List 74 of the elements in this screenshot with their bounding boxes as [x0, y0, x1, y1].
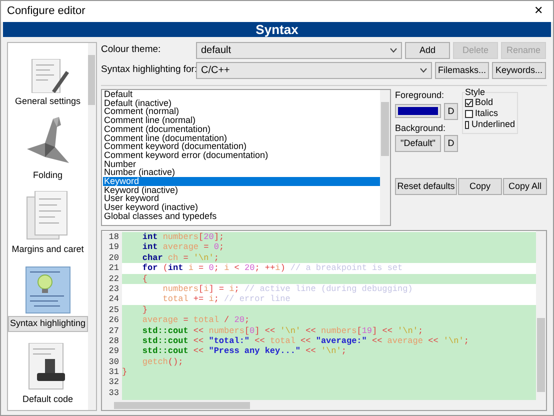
- line-number: 30: [102, 356, 122, 368]
- button[interactable]: "Default": [395, 135, 441, 152]
- line-number: 21: [102, 263, 122, 274]
- section-header: Syntax: [3, 22, 551, 37]
- line-number: 19: [102, 242, 122, 253]
- category-item[interactable]: General settings: [14, 45, 82, 108]
- checkbox-label: Italics: [475, 106, 498, 120]
- line-number: 18: [102, 232, 122, 242]
- line-number: 25: [102, 304, 122, 316]
- style-item[interactable]: Number: [103, 160, 380, 168]
- dropdown[interactable]: C/C++: [196, 62, 432, 79]
- button[interactable]: D: [444, 135, 458, 152]
- button[interactable]: Copy: [458, 178, 502, 195]
- category-label: General settings: [14, 94, 82, 108]
- button[interactable]: Reset defaults: [395, 178, 457, 195]
- theme-label: Colour theme:: [101, 43, 162, 58]
- foreground-label: Foreground:: [395, 89, 446, 102]
- style-item[interactable]: Keyword (inactive): [103, 186, 380, 194]
- category-label: Margins and caret: [10, 242, 85, 256]
- foreground-color-swatch[interactable]: [395, 104, 441, 118]
- category-label: Folding: [32, 169, 64, 182]
- chevron-down-icon: [420, 68, 427, 73]
- line-number: 26: [102, 315, 122, 326]
- scrollbar[interactable]: [88, 43, 96, 410]
- line-number: 33: [102, 388, 122, 398]
- line-number: 20: [102, 252, 122, 264]
- checkmark-icon: [466, 100, 472, 106]
- button[interactable]: Keywords...: [492, 62, 546, 79]
- button[interactable]: Filemasks...: [435, 62, 489, 79]
- style-item[interactable]: Comment keyword error (documentation): [103, 150, 380, 160]
- style-item[interactable]: User keyword: [103, 194, 380, 204]
- checkbox[interactable]: [465, 98, 473, 106]
- style-item[interactable]: Comment (normal): [103, 107, 380, 116]
- horizontal-scrollbar[interactable]: [102, 400, 546, 410]
- style-group-title: Style: [465, 88, 486, 97]
- highlighted-document-icon: [24, 266, 71, 314]
- style-item[interactable]: Default: [103, 90, 380, 99]
- dropdown[interactable]: default: [196, 42, 402, 59]
- scrollbar[interactable]: [536, 231, 546, 400]
- category-item[interactable]: Syntax highlighting: [8, 263, 88, 335]
- line-number: 29: [102, 346, 122, 357]
- button[interactable]: Add: [405, 42, 450, 59]
- checkbox[interactable]: [465, 120, 470, 128]
- style-item[interactable]: Keyword: [103, 177, 380, 186]
- category-label: Syntax highlighting: [8, 316, 88, 332]
- style-item[interactable]: Default (inactive): [103, 98, 380, 108]
- line-number: 24: [102, 294, 122, 305]
- category-item[interactable]: Default code: [22, 338, 74, 410]
- button[interactable]: D: [444, 102, 458, 120]
- scrollbar[interactable]: [380, 90, 390, 225]
- button[interactable]: Copy All: [503, 178, 547, 195]
- background-label: Background:: [395, 122, 447, 135]
- category-label: Default code: [22, 392, 74, 406]
- line-number: 22: [102, 274, 122, 284]
- line-number: 27: [102, 326, 122, 336]
- style-item[interactable]: Comment (documentation): [103, 124, 380, 134]
- checkbox-label: Underlined: [471, 118, 515, 131]
- checkbox[interactable]: [465, 110, 473, 118]
- close-button[interactable]: ✕: [530, 3, 547, 20]
- chevron-down-icon: [390, 48, 397, 53]
- style-item[interactable]: Global classes and typedefs: [103, 212, 380, 221]
- style-item[interactable]: Comment line (normal): [103, 116, 380, 125]
- style-item[interactable]: User keyword (inactive): [103, 203, 380, 212]
- category-item[interactable]: Margins and caret: [10, 188, 85, 260]
- category-item[interactable]: Folding: [22, 112, 73, 184]
- window-title: Configure editor: [7, 4, 86, 20]
- line-number: 31: [102, 367, 122, 378]
- checkbox-label: Bold: [475, 96, 494, 109]
- line-number: 32: [102, 377, 122, 388]
- style-item[interactable]: Comment keyword (documentation): [103, 142, 380, 151]
- style-item[interactable]: Number (inactive): [103, 168, 380, 178]
- style-item[interactable]: Comment line (documentation): [103, 134, 380, 142]
- line-number: 28: [102, 336, 122, 346]
- line-number: 23: [102, 284, 122, 294]
